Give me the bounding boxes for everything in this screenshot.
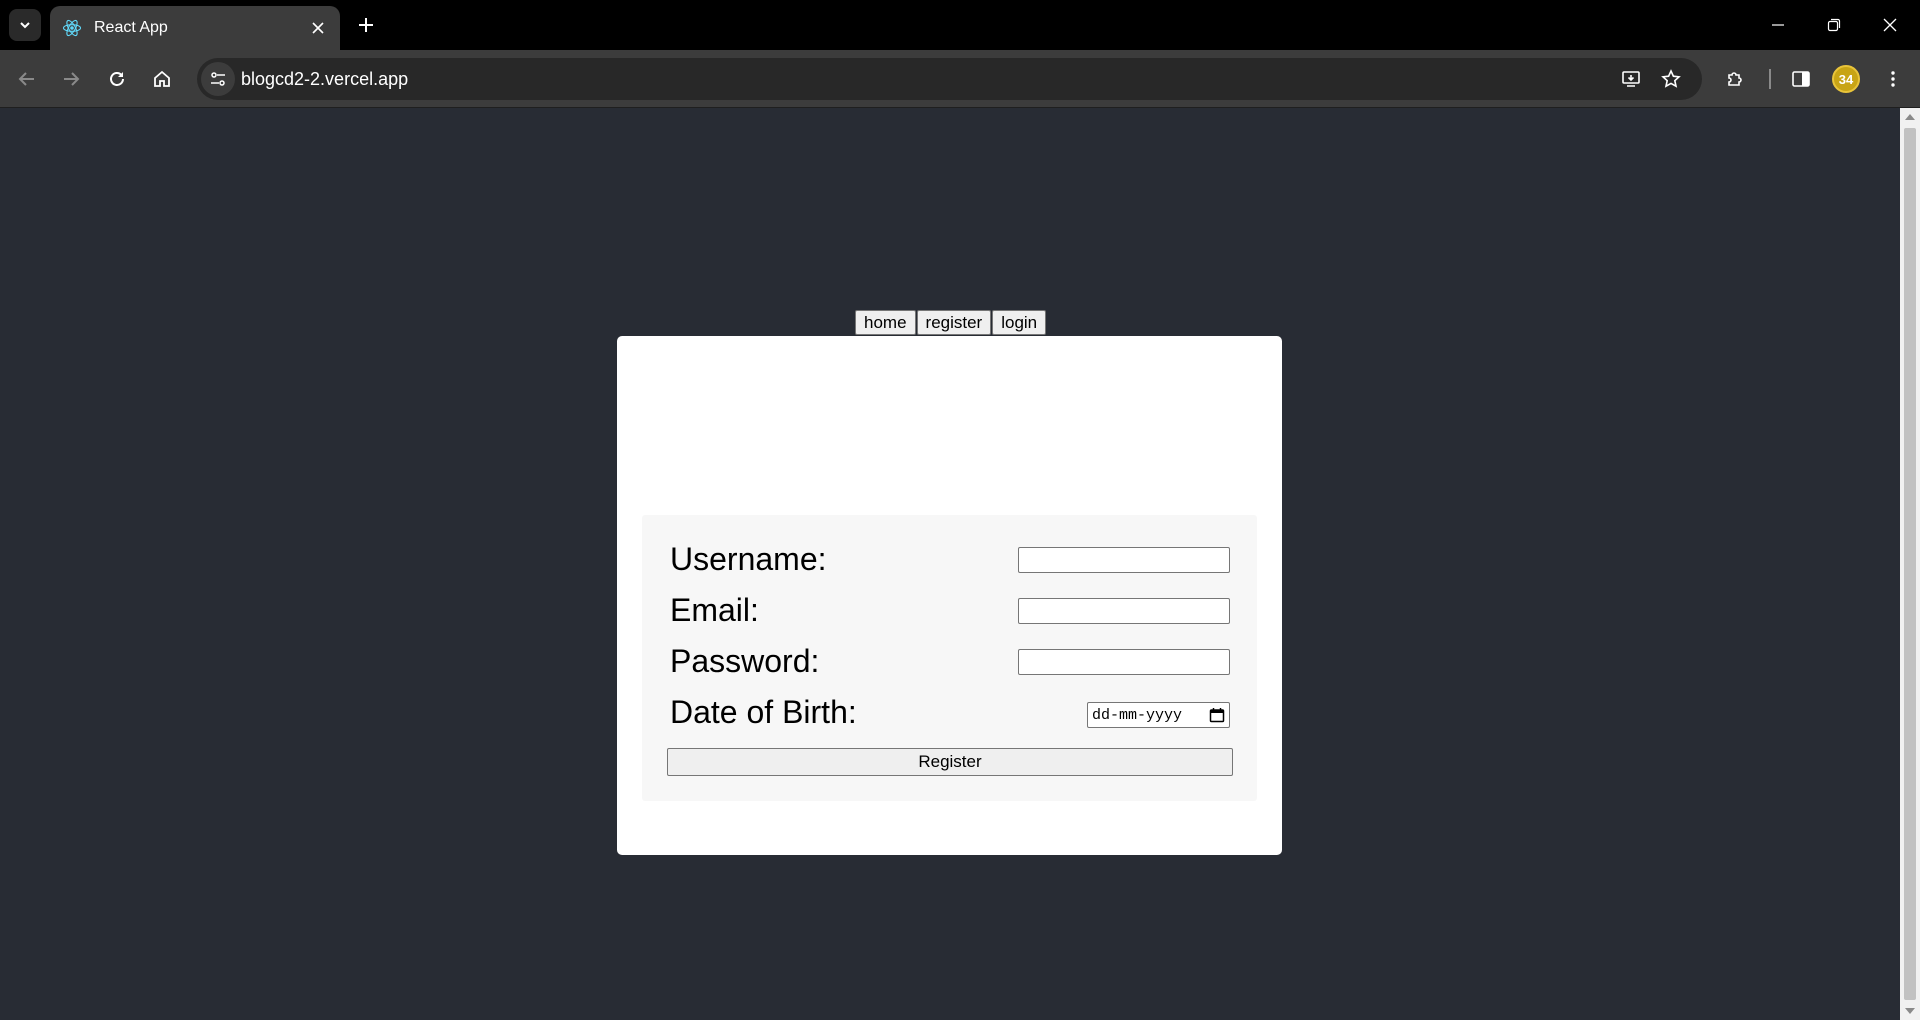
register-form: Username: Email: Password: Date of Birth… (642, 515, 1257, 801)
close-icon (1883, 18, 1897, 32)
scroll-up-arrow[interactable] (1905, 114, 1915, 120)
username-row: Username: (670, 541, 1230, 581)
register-submit-button[interactable]: Register (667, 748, 1233, 776)
scrollbar-thumb[interactable] (1904, 128, 1916, 1000)
react-logo-icon (62, 18, 82, 38)
reload-button[interactable] (99, 61, 135, 97)
calendar-icon[interactable] (1209, 707, 1225, 723)
arrow-left-icon (18, 72, 34, 86)
arrow-right-icon (64, 72, 80, 86)
url-text[interactable]: blogcd2-2.vercel.app (241, 69, 408, 90)
browser-toolbar: blogcd2-2.vercel.app 34 (0, 50, 1920, 108)
close-window-button[interactable] (1862, 0, 1918, 50)
toolbar-separator (1769, 69, 1771, 89)
new-tab-button[interactable] (352, 11, 380, 39)
site-info-button[interactable] (201, 62, 235, 96)
dob-input[interactable]: dd-mm-yyyy (1087, 702, 1230, 728)
profile-avatar[interactable]: 34 (1832, 65, 1860, 93)
email-row: Email: (670, 592, 1230, 632)
nav-home-button[interactable]: home (855, 310, 916, 335)
minimize-icon (1772, 24, 1784, 26)
page-scrollbar[interactable] (1900, 108, 1920, 1020)
bookmark-button[interactable] (1655, 63, 1687, 95)
plus-icon (359, 18, 373, 32)
side-panel-button[interactable] (1783, 61, 1819, 97)
install-app-icon (1622, 71, 1640, 87)
forward-button[interactable] (53, 61, 89, 97)
back-button[interactable] (9, 61, 45, 97)
reload-icon (110, 72, 124, 86)
password-row: Password: (670, 643, 1230, 683)
install-app-button[interactable] (1615, 63, 1647, 95)
nav-login-button[interactable]: login (992, 310, 1047, 335)
extensions-button[interactable] (1717, 61, 1753, 97)
password-input[interactable] (1018, 649, 1230, 675)
tab-title: React App (94, 19, 168, 36)
star-icon (1661, 69, 1681, 88)
username-input[interactable] (1018, 547, 1230, 573)
browser-menu-button[interactable] (1875, 61, 1911, 97)
dob-label: Date of Birth: (670, 694, 857, 730)
home-icon (154, 70, 170, 87)
restore-button[interactable] (1806, 0, 1862, 50)
username-label: Username: (670, 541, 827, 577)
tab-strip: React App (0, 0, 1920, 50)
tab-search-button[interactable] (9, 9, 41, 41)
dob-placeholder: dd-mm-yyyy (1092, 706, 1183, 724)
home-button[interactable] (144, 61, 180, 97)
close-icon[interactable] (308, 18, 328, 38)
password-label: Password: (670, 643, 820, 679)
minimize-button[interactable] (1750, 0, 1806, 50)
active-tab[interactable]: React App (50, 6, 340, 50)
dob-row: Date of Birth: dd-mm-yyyy (670, 694, 1230, 734)
email-input[interactable] (1018, 598, 1230, 624)
puzzle-icon (1728, 72, 1742, 86)
top-nav: home register login (855, 310, 1047, 335)
register-card: Username: Email: Password: Date of Birth… (617, 336, 1282, 855)
nav-register-button[interactable]: register (916, 310, 992, 335)
chevron-down-icon (20, 22, 30, 29)
kebab-menu-icon (1891, 71, 1895, 87)
restore-icon (1827, 18, 1841, 32)
side-panel-icon (1792, 71, 1810, 87)
tune-icon (211, 72, 225, 86)
email-label: Email: (670, 592, 759, 628)
scroll-down-arrow[interactable] (1905, 1008, 1915, 1014)
address-bar[interactable]: blogcd2-2.vercel.app (197, 58, 1702, 100)
